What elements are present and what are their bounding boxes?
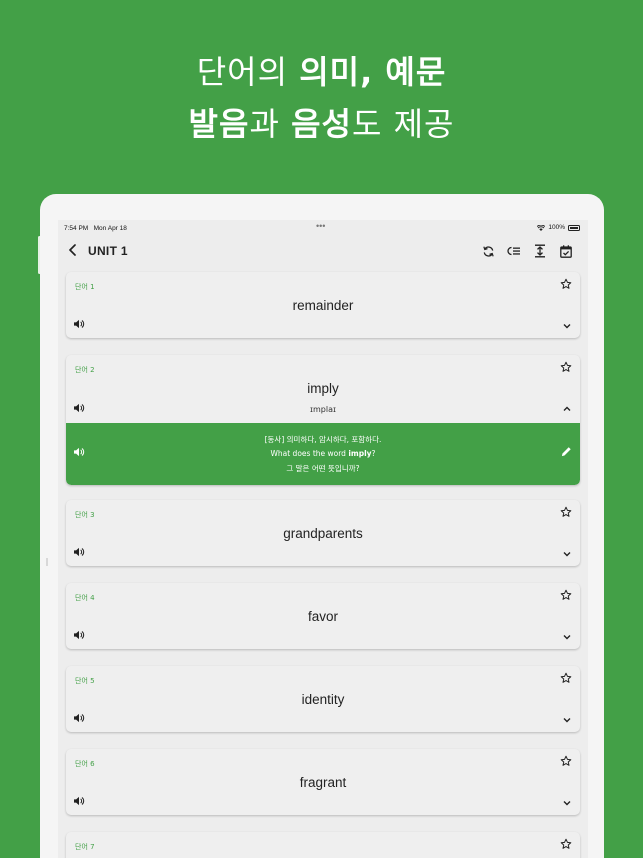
speaker-icon[interactable]: [73, 403, 85, 413]
headline-bold: 음성: [291, 105, 352, 143]
speaker-icon[interactable]: [73, 547, 85, 557]
status-right: 100%: [537, 224, 580, 231]
star-outline-icon[interactable]: [560, 589, 572, 601]
word-card-expanded[interactable]: 단어 2 imply ɪmplaɪ [동사] 의미하다, 암시하다, 포함하다.…: [66, 355, 580, 485]
word-card[interactable]: 단어 1 remainder: [66, 272, 580, 338]
multitask-dots[interactable]: •••: [316, 221, 325, 231]
word-index-label: 단어 4: [75, 594, 95, 602]
chevron-left-icon[interactable]: [68, 243, 82, 259]
headline-bold: 발음: [188, 105, 250, 143]
speaker-icon[interactable]: [73, 319, 85, 329]
refresh-icon[interactable]: [480, 243, 496, 259]
pencil-icon[interactable]: [561, 446, 572, 457]
example-translation: 그 말은 어떤 뜻입니까?: [286, 464, 360, 473]
word-index-label: 단어 3: [75, 511, 95, 519]
meaning-text: [동사] 의미하다, 암시하다, 포함하다.: [264, 435, 382, 444]
word-text: fragrant: [299, 775, 347, 790]
list-icon[interactable]: [506, 243, 522, 259]
battery-icon: [568, 224, 580, 231]
pronunciation-text: ɪmplaɪ: [310, 405, 336, 414]
page-title: UNIT 1: [88, 244, 128, 258]
word-index-label: 단어 6: [75, 760, 95, 768]
status-bar: 7:54 PM Mon Apr 18 ••• 100%: [58, 220, 588, 237]
nav-bar: UNIT 1: [58, 237, 588, 267]
word-index-label: 단어 5: [75, 677, 95, 685]
calendar-check-icon[interactable]: [558, 243, 574, 259]
battery-percent: 100%: [548, 224, 565, 231]
chevron-up-icon[interactable]: [562, 405, 572, 413]
headline-line-2: 발음과 음성도 제공: [0, 108, 643, 140]
word-card[interactable]: 단어 5 identity: [66, 666, 580, 732]
chevron-down-icon[interactable]: [562, 322, 572, 330]
word-card[interactable]: 단어 4 favor: [66, 583, 580, 649]
word-card[interactable]: 단어 6 fragrant: [66, 749, 580, 815]
word-index-label: 단어 7: [75, 843, 95, 851]
expand-vertical-icon[interactable]: [532, 243, 548, 259]
word-text: grandparents: [283, 526, 363, 541]
speaker-icon[interactable]: [73, 796, 85, 806]
headline-text: 단어의: [196, 53, 300, 91]
wifi-icon: [537, 224, 546, 231]
app-screen: 7:54 PM Mon Apr 18 ••• 100% UNIT 1 단어 1 …: [58, 220, 588, 858]
speaker-icon[interactable]: [73, 713, 85, 723]
star-outline-icon[interactable]: [560, 361, 572, 373]
star-outline-icon[interactable]: [560, 278, 572, 290]
star-outline-icon[interactable]: [560, 755, 572, 767]
headline-bold: 의미, 예문: [299, 53, 447, 91]
device-side-notch: [46, 558, 48, 566]
star-outline-icon[interactable]: [560, 838, 572, 850]
word-card[interactable]: 단어 3 grandparents: [66, 500, 580, 566]
word-text: remainder: [292, 298, 354, 313]
meaning-panel: [동사] 의미하다, 암시하다, 포함하다. What does the wor…: [66, 423, 580, 485]
headline-text: 도 제공: [351, 105, 455, 143]
chevron-down-icon[interactable]: [562, 633, 572, 641]
headline-line-1: 단어의 의미, 예문: [0, 56, 643, 88]
status-time: 7:54 PM Mon Apr 18: [64, 225, 127, 232]
word-text: identity: [301, 692, 345, 707]
chevron-down-icon[interactable]: [562, 799, 572, 807]
chevron-down-icon[interactable]: [562, 716, 572, 724]
example-sentence: What does the word imply?: [270, 449, 376, 458]
word-index-label: 단어 2: [75, 366, 95, 374]
speaker-icon[interactable]: [73, 630, 85, 640]
word-card[interactable]: 단어 7: [66, 832, 580, 858]
word-text: imply: [307, 381, 339, 396]
star-outline-icon[interactable]: [560, 506, 572, 518]
toolbar: [480, 243, 574, 259]
chevron-down-icon[interactable]: [562, 550, 572, 558]
headline-text: 과: [249, 105, 292, 143]
word-index-label: 단어 1: [75, 283, 95, 291]
word-text: favor: [307, 609, 338, 624]
star-outline-icon[interactable]: [560, 672, 572, 684]
